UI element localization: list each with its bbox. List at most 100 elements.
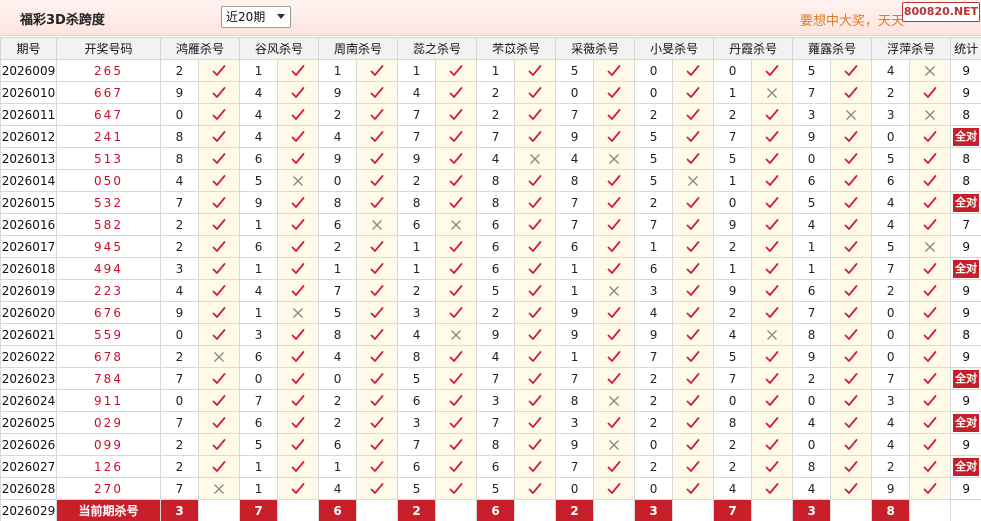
current-kill-number: 2 xyxy=(397,499,437,521)
kill-number: 0 xyxy=(160,389,199,412)
cross-icon xyxy=(451,220,462,230)
check-icon xyxy=(528,328,542,340)
kill-number: 7 xyxy=(555,367,595,390)
check-icon xyxy=(923,174,937,186)
result-mark xyxy=(514,411,557,434)
kill-number: 9 xyxy=(555,433,595,456)
kill-number: 4 xyxy=(318,477,358,500)
table-header-row: 期号 开奖号码 鸿雁杀号 谷风杀号 周南杀号 蕊之杀号 芣苡杀号 采薇杀号 小旻杀号 丹霞杀号 蕹露… xyxy=(0,37,981,60)
check-icon xyxy=(212,130,226,142)
result-mark xyxy=(909,235,952,258)
result-mark xyxy=(514,59,557,82)
check-icon xyxy=(212,328,226,340)
result-mark xyxy=(277,257,320,280)
check-icon xyxy=(607,130,621,142)
check-icon xyxy=(528,174,542,186)
kill-number: 9 xyxy=(634,323,674,346)
kill-number: 1 xyxy=(239,301,279,324)
draw-numbers: 532 xyxy=(56,191,161,214)
check-icon xyxy=(291,372,305,384)
result-mark xyxy=(197,411,241,434)
kill-number: 7 xyxy=(397,125,437,148)
check-icon xyxy=(212,196,226,208)
kill-number: 9 xyxy=(555,125,595,148)
result-mark xyxy=(514,125,557,148)
result-mark xyxy=(514,345,557,368)
check-icon xyxy=(765,262,779,274)
kill-number: 2 xyxy=(318,389,358,412)
result-mark xyxy=(197,103,241,126)
current-blank xyxy=(514,499,557,521)
check-icon xyxy=(686,306,700,318)
check-icon xyxy=(212,240,226,252)
kill-number: 5 xyxy=(239,433,279,456)
result-mark xyxy=(435,323,478,346)
result-mark xyxy=(751,147,794,170)
issue-number: 2026027 xyxy=(0,455,57,478)
check-icon xyxy=(923,306,937,318)
current-blank xyxy=(909,499,952,521)
result-mark xyxy=(435,213,478,236)
kill-number: 1 xyxy=(239,213,279,236)
period-select[interactable]: 近20期 xyxy=(221,6,291,28)
result-mark xyxy=(672,411,715,434)
kill-number: 1 xyxy=(792,235,832,258)
current-kill-number: 6 xyxy=(476,499,516,521)
check-icon xyxy=(765,438,779,450)
issue-number: 2026017 xyxy=(0,235,57,258)
check-icon xyxy=(528,438,542,450)
result-mark xyxy=(672,235,715,258)
result-mark xyxy=(593,389,636,412)
kill-number: 5 xyxy=(397,367,437,390)
check-icon xyxy=(686,196,700,208)
result-mark xyxy=(751,235,794,258)
result-mark xyxy=(277,147,320,170)
kill-number: 4 xyxy=(397,323,437,346)
check-icon xyxy=(528,482,542,494)
result-mark xyxy=(909,59,952,82)
check-icon xyxy=(449,438,463,450)
check-icon xyxy=(449,306,463,318)
result-mark xyxy=(909,477,952,500)
result-mark xyxy=(277,367,320,390)
kill-number: 4 xyxy=(318,125,358,148)
result-mark xyxy=(672,59,715,82)
check-icon xyxy=(370,306,384,318)
check-icon xyxy=(449,152,463,164)
check-icon xyxy=(528,284,542,296)
result-mark xyxy=(909,147,952,170)
kill-number: 4 xyxy=(318,345,358,368)
draw-numbers: 029 xyxy=(56,411,161,434)
kill-number: 7 xyxy=(476,367,516,390)
current-row: 2026029 当前期杀号 3 7 6 2 6 2 3 7 3 8 xyxy=(0,499,981,521)
issue-number: 2026015 xyxy=(0,191,57,214)
result-mark xyxy=(435,455,478,478)
kill-number: 7 xyxy=(160,477,199,500)
check-icon xyxy=(291,240,305,252)
kill-number: 5 xyxy=(397,477,437,500)
kill-number: 0 xyxy=(713,59,753,82)
kill-number: 0 xyxy=(871,345,911,368)
result-mark xyxy=(593,59,636,82)
result-mark xyxy=(514,455,557,478)
kill-number: 5 xyxy=(555,59,595,82)
result-mark xyxy=(277,455,320,478)
kill-number: 1 xyxy=(239,257,279,280)
kill-number: 2 xyxy=(318,411,358,434)
result-mark xyxy=(277,279,320,302)
check-icon xyxy=(607,174,621,186)
kill-number: 6 xyxy=(239,411,279,434)
current-blank xyxy=(356,499,399,521)
result-mark xyxy=(277,301,320,324)
kill-number: 7 xyxy=(871,367,911,390)
result-mark xyxy=(277,433,320,456)
kill-number: 2 xyxy=(160,455,199,478)
check-icon xyxy=(765,108,779,120)
issue-number: 2026020 xyxy=(0,301,57,324)
kill-number: 6 xyxy=(397,389,437,412)
check-icon xyxy=(607,240,621,252)
result-mark xyxy=(830,411,873,434)
current-blank xyxy=(435,499,478,521)
stat-cell: 8 xyxy=(950,169,981,192)
check-icon xyxy=(923,350,937,362)
